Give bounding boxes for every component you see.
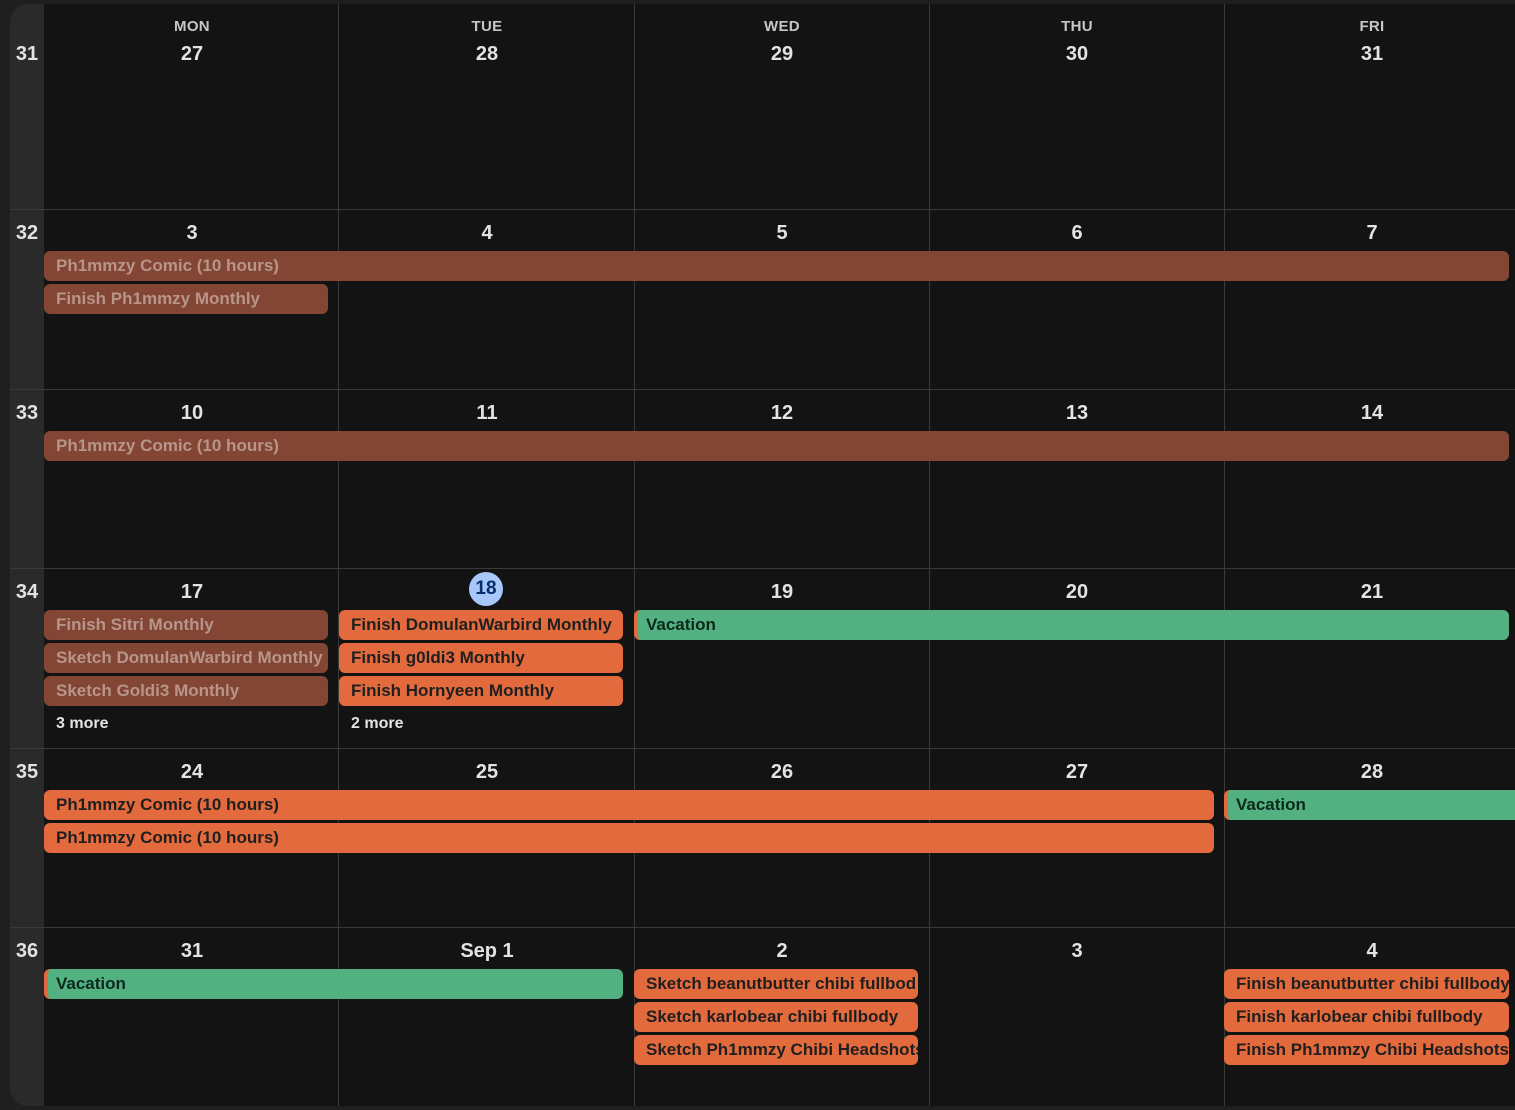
day-number[interactable]: 31 <box>44 940 340 963</box>
day-number[interactable]: 12 <box>634 402 930 425</box>
more-events-link[interactable]: 2 more <box>351 715 403 733</box>
event-chip[interactable]: Sketch Ph1mmzy Chibi Headshots <box>634 1035 918 1065</box>
calendar-month-view: MON TUE WED THU FRI 31 32 33 34 35 36 27… <box>0 0 1515 1110</box>
event-chip[interactable]: Ph1mmzy Comic (10 hours) <box>44 790 1214 820</box>
week-number[interactable]: 31 <box>10 43 44 66</box>
row-divider <box>10 748 1515 749</box>
day-number[interactable]: 4 <box>1224 940 1515 963</box>
event-chip[interactable]: Finish Sitri Monthly <box>44 610 328 640</box>
event-chip[interactable]: Vacation <box>1224 790 1515 820</box>
today-day-number[interactable]: 18 <box>469 572 503 606</box>
day-number[interactable]: 17 <box>44 581 340 604</box>
day-number[interactable]: 27 <box>929 761 1225 784</box>
week-number[interactable]: 36 <box>10 940 44 963</box>
day-number[interactable]: 2 <box>634 940 930 963</box>
day-number[interactable]: 28 <box>339 43 635 66</box>
weekday-header-wed: WED <box>764 18 800 35</box>
event-chip[interactable]: Ph1mmzy Comic (10 hours) <box>44 431 1509 461</box>
weekday-header-fri: FRI <box>1359 18 1385 35</box>
day-number[interactable]: 29 <box>634 43 930 66</box>
event-chip[interactable]: Finish beanutbutter chibi fullbody <box>1224 969 1509 999</box>
event-chip[interactable]: Ph1mmzy Comic (10 hours) <box>44 251 1509 281</box>
event-chip[interactable]: Sketch karlobear chibi fullbody <box>634 1002 918 1032</box>
day-number[interactable]: Sep 1 <box>339 940 635 963</box>
event-chip[interactable]: Finish Ph1mmzy Chibi Headshots : <box>1224 1035 1509 1065</box>
day-number[interactable]: 10 <box>44 402 340 425</box>
event-chip[interactable]: Finish Hornyeen Monthly <box>339 676 623 706</box>
day-number[interactable]: 30 <box>929 43 1225 66</box>
event-chip[interactable]: Sketch beanutbutter chibi fullbod <box>634 969 918 999</box>
event-chip[interactable]: Sketch DomulanWarbird Monthly <box>44 643 328 673</box>
event-chip[interactable]: Sketch Goldi3 Monthly <box>44 676 328 706</box>
row-divider <box>10 568 1515 569</box>
day-number[interactable]: 7 <box>1224 222 1515 245</box>
day-number[interactable]: 3 <box>929 940 1225 963</box>
more-events-link[interactable]: 3 more <box>56 715 108 733</box>
day-number[interactable]: 3 <box>44 222 340 245</box>
day-number[interactable]: 11 <box>339 402 635 425</box>
event-chip[interactable]: Ph1mmzy Comic (10 hours) <box>44 823 1214 853</box>
week-number[interactable]: 34 <box>10 581 44 604</box>
day-number[interactable]: 20 <box>929 581 1225 604</box>
week-number[interactable]: 33 <box>10 402 44 425</box>
day-number[interactable]: 21 <box>1224 581 1515 604</box>
weekday-header-thu: THU <box>1061 18 1093 35</box>
weekday-header-mon: MON <box>174 18 210 35</box>
week-number[interactable]: 32 <box>10 222 44 245</box>
day-number[interactable]: 19 <box>634 581 930 604</box>
day-number[interactable]: 13 <box>929 402 1225 425</box>
event-chip[interactable]: Finish g0ldi3 Monthly <box>339 643 623 673</box>
day-number[interactable]: 6 <box>929 222 1225 245</box>
day-number[interactable]: 14 <box>1224 402 1515 425</box>
week-number[interactable]: 35 <box>10 761 44 784</box>
event-chip[interactable]: Finish karlobear chibi fullbody <box>1224 1002 1509 1032</box>
event-chip[interactable]: Vacation <box>634 610 1509 640</box>
event-chip[interactable]: Vacation <box>44 969 623 999</box>
row-divider <box>10 209 1515 210</box>
day-number[interactable]: 31 <box>1224 43 1515 66</box>
day-number[interactable]: 26 <box>634 761 930 784</box>
day-number[interactable]: 25 <box>339 761 635 784</box>
row-divider <box>10 927 1515 928</box>
day-number[interactable]: 4 <box>339 222 635 245</box>
event-chip[interactable]: Finish DomulanWarbird Monthly <box>339 610 623 640</box>
day-number[interactable]: 28 <box>1224 761 1515 784</box>
day-number[interactable]: 27 <box>44 43 340 66</box>
weekday-header-tue: TUE <box>471 18 503 35</box>
event-chip[interactable]: Finish Ph1mmzy Monthly <box>44 284 328 314</box>
day-number[interactable]: 24 <box>44 761 340 784</box>
row-divider <box>10 389 1515 390</box>
day-number[interactable]: 5 <box>634 222 930 245</box>
